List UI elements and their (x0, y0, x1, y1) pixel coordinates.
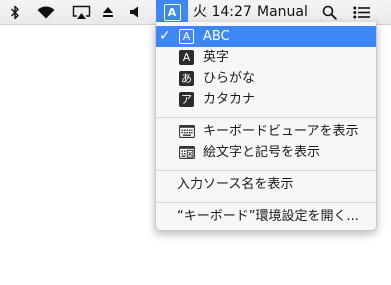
menu-item-label: “キーボード”環境設定を開く... (177, 209, 359, 224)
airplay-icon[interactable] (70, 0, 92, 24)
menu-item-label: キーボードビューアを表示 (203, 124, 359, 139)
volume-icon[interactable] (127, 0, 143, 24)
menu-item-abc[interactable]: ✓ A ABC (156, 26, 376, 47)
input-source-badge: A (163, 3, 181, 21)
menu-item-label: 英字 (203, 50, 230, 65)
menu-item-open-keyboard-preferences[interactable]: “キーボード”環境設定を開く... (156, 206, 376, 227)
notification-center-icon[interactable] (351, 0, 371, 24)
menu-item-hiragana[interactable]: あ ひらがな (156, 68, 376, 89)
menu-item-label: カタカナ (203, 92, 256, 107)
eject-icon[interactable] (100, 0, 116, 24)
menu-item-label: ABC (203, 29, 230, 44)
menu-item-eiji[interactable]: A 英字 (156, 47, 376, 68)
wifi-icon[interactable] (35, 0, 57, 24)
input-source-menu-button[interactable]: A (156, 0, 188, 24)
input-source-dropdown: ✓ A ABC A 英字 あ ひらがな ア カタカナ キーボードビューアを表示 (155, 22, 377, 231)
menu-item-show-input-source-name[interactable]: 入力ソース名を表示 (156, 174, 376, 195)
checkmark-icon: ✓ (159, 28, 171, 44)
menu-separator (156, 202, 376, 203)
keyboard-viewer-icon (179, 125, 195, 142)
menu-item-label: 入力ソース名を表示 (177, 177, 294, 192)
menu-item-katakana[interactable]: ア カタカナ (156, 89, 376, 110)
input-source-hiragana-icon: あ (179, 71, 194, 86)
clock[interactable]: 火 14:27 (193, 0, 252, 24)
bluetooth-icon[interactable] (8, 0, 22, 24)
menu-separator (156, 170, 376, 171)
input-source-eiji-icon: A (179, 50, 194, 65)
emoji-symbols-icon (179, 146, 195, 163)
input-mode-label[interactable]: Manual (257, 0, 308, 24)
menu-item-label: 絵文字と記号を表示 (203, 145, 321, 160)
menu-item-label: ひらがな (203, 71, 256, 86)
input-source-abc-icon: A (179, 29, 194, 44)
spotlight-search-icon[interactable] (320, 0, 338, 24)
input-source-katakana-icon: ア (179, 92, 194, 107)
menu-item-emoji-symbols[interactable]: 絵文字と記号を表示 (156, 142, 376, 163)
menu-separator (156, 117, 376, 118)
menu-item-keyboard-viewer[interactable]: キーボードビューアを表示 (156, 121, 376, 142)
